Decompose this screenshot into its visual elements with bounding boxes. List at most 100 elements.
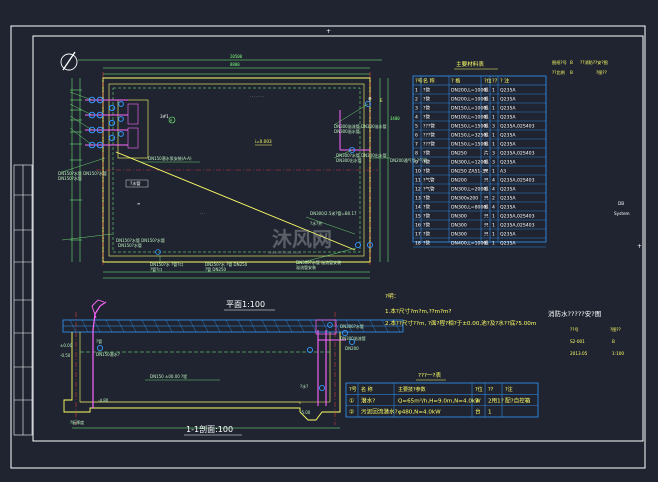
svg-text:E: E — [380, 98, 383, 103]
svg-text:DN200通气管 ?气管: DN200通气管 ?气管 — [390, 157, 427, 163]
material-cell: 1 — [492, 106, 495, 112]
material-cell: ?管 — [423, 195, 430, 202]
svg-text:??比例: ??比例 — [552, 69, 565, 76]
material-cell: 1 — [492, 232, 495, 238]
material-cell: 1 — [492, 223, 495, 229]
material-cell: 1 — [492, 133, 495, 139]
svg-text:??号: ??号 — [570, 327, 579, 333]
material-cell: 11 — [415, 178, 421, 184]
material-cell: DN300,L=2000 — [451, 187, 486, 193]
material-header-cell: 名 称 — [423, 78, 435, 85]
material-cell: 7 — [415, 142, 418, 148]
material-cell: 1 — [492, 115, 495, 121]
material-cell: 根 — [484, 132, 489, 139]
equipment-cell: 配?自控箱 — [505, 396, 531, 404]
notes: ?明： 1.本?尺寸?m?m,??m?m? 2.本??尺寸??m, ?面?程?相… — [385, 293, 536, 327]
equipment-cell: 台 — [475, 408, 481, 416]
material-cell: ?管 — [423, 222, 430, 229]
material-cell: Q235A — [500, 232, 516, 238]
material-cell: 16 — [415, 223, 421, 229]
material-cell: 根 — [484, 204, 489, 211]
material-cell: Q235A,02S403 — [500, 223, 535, 229]
svg-text:?管 DN250: ?管 DN250 — [205, 266, 227, 272]
material-cell: 4 — [492, 187, 495, 193]
svg-text:≡: ≡ — [137, 201, 140, 206]
material-cell: 只 — [484, 178, 489, 184]
material-cell: 3 — [415, 106, 418, 112]
svg-text:www.mfcad.com: www.mfcad.com — [268, 250, 301, 255]
equipment-cell: 潜水? — [361, 396, 375, 404]
material-cell: 4 — [415, 115, 418, 121]
material-cell: Q235A — [500, 88, 516, 94]
svg-text:?板厚度: ?板厚度 — [70, 419, 84, 425]
material-cell: ?管 — [423, 240, 430, 247]
svg-text:DN300?水管: DN300?水管 — [340, 323, 364, 329]
right-edge-mark: + — [637, 243, 642, 250]
plan-title: 平面1:100 — [226, 300, 265, 309]
material-cell: ???管 — [423, 123, 435, 130]
binding-strip — [13, 164, 33, 436]
equipment-rows: ?号名 称 主要技?参数 ?位?? ?注 ① 潜水? Q=65m³/h,H=9.0m,N=4… — [346, 383, 538, 417]
material-cell: 3 — [492, 151, 495, 157]
material-cell: 只 — [484, 214, 489, 220]
material-cell: 4 — [492, 205, 495, 211]
material-cell: 4 — [492, 178, 495, 184]
material-cell: DN400,L=1000 — [451, 241, 486, 247]
equipment-cell: ① — [349, 397, 354, 404]
svg-text:?管: ?管 — [96, 338, 102, 344]
material-cell: 1 — [492, 214, 495, 220]
notes-title: ?明： — [385, 293, 399, 300]
svg-text:B: B — [570, 70, 573, 75]
svg-text:溢流管安装: 溢流管安装 — [296, 264, 316, 270]
material-cell: ?管 — [423, 87, 430, 94]
material-cell: ?管 — [423, 150, 430, 157]
note-1: 1.本?尺寸?m?m,??m?m? — [385, 307, 452, 315]
material-cell: DN300 — [451, 232, 467, 238]
equipment-header-cell: 名 称 — [361, 386, 373, 393]
material-cell: Q235A — [500, 97, 516, 103]
svg-text:-4.80: -4.80 — [98, 398, 109, 403]
material-cell: DN150,L=1500 — [451, 124, 486, 130]
svg-text:±0.00: ±0.00 — [60, 343, 73, 348]
equipment-cell: ② — [349, 409, 354, 416]
svg-text:-5.00: -5.00 — [300, 410, 311, 415]
svg-text:S2-001: S2-001 — [570, 339, 585, 344]
project-title: 消防水?????安?图 — [548, 309, 601, 318]
material-cell: 根 — [484, 141, 489, 148]
material-cell: 2 — [492, 196, 495, 202]
material-cell: DN250 ZA51-3Y — [451, 169, 488, 175]
material-cell: ?管 — [423, 231, 430, 238]
material-cell: 根 — [484, 114, 489, 121]
header-right: 图纸?号 B ??消防??安?图 ??比例 B ?图?? — [552, 59, 608, 76]
note-2: 2.本??尺寸??m, ?面?程?相?于±0.00,池?及?水??底?5.00m — [385, 319, 536, 327]
material-cell: 8 — [415, 151, 418, 157]
material-cell: 15 — [415, 214, 421, 220]
material-cell: Q235A — [500, 187, 516, 193]
svg-text:. . . . . . . .: . . . . . . . . — [250, 94, 264, 98]
material-cell: DN150,L=1000 — [451, 106, 486, 112]
material-cell: ???管 — [423, 132, 435, 139]
material-cell: 3 — [492, 124, 495, 130]
material-cell: 1 — [415, 88, 418, 94]
material-cell: 只 — [484, 232, 489, 238]
equipment-cell: Q=65m³/h,H=9.0m,N=4.0kW — [398, 397, 481, 404]
material-cell: 1 — [492, 88, 495, 94]
material-cell: DN300 — [451, 214, 467, 220]
svg-text:?图??: ?图?? — [610, 327, 621, 333]
material-header-cell: ? 注 — [500, 78, 509, 85]
svg-text:1:100: 1:100 — [612, 351, 624, 356]
svg-text:?管?口: ?管?口 — [150, 266, 162, 272]
material-cell: 只 — [484, 223, 489, 229]
equipment-cell: 2用1? — [488, 397, 504, 404]
material-cell: 12 — [415, 187, 421, 193]
material-cell: 17 — [415, 232, 421, 238]
material-cell: 根 — [484, 96, 489, 103]
material-cell: ?管 — [423, 168, 430, 175]
material-cell: 只 — [484, 169, 489, 175]
material-cell: ?气管 — [423, 177, 435, 184]
svg-text:A: A — [170, 119, 173, 123]
side-mark-system: System — [614, 211, 630, 216]
material-cell: A3 — [500, 169, 506, 175]
equipment-header-cell: ?号 — [349, 387, 357, 393]
material-cell: 2 — [415, 97, 418, 103]
